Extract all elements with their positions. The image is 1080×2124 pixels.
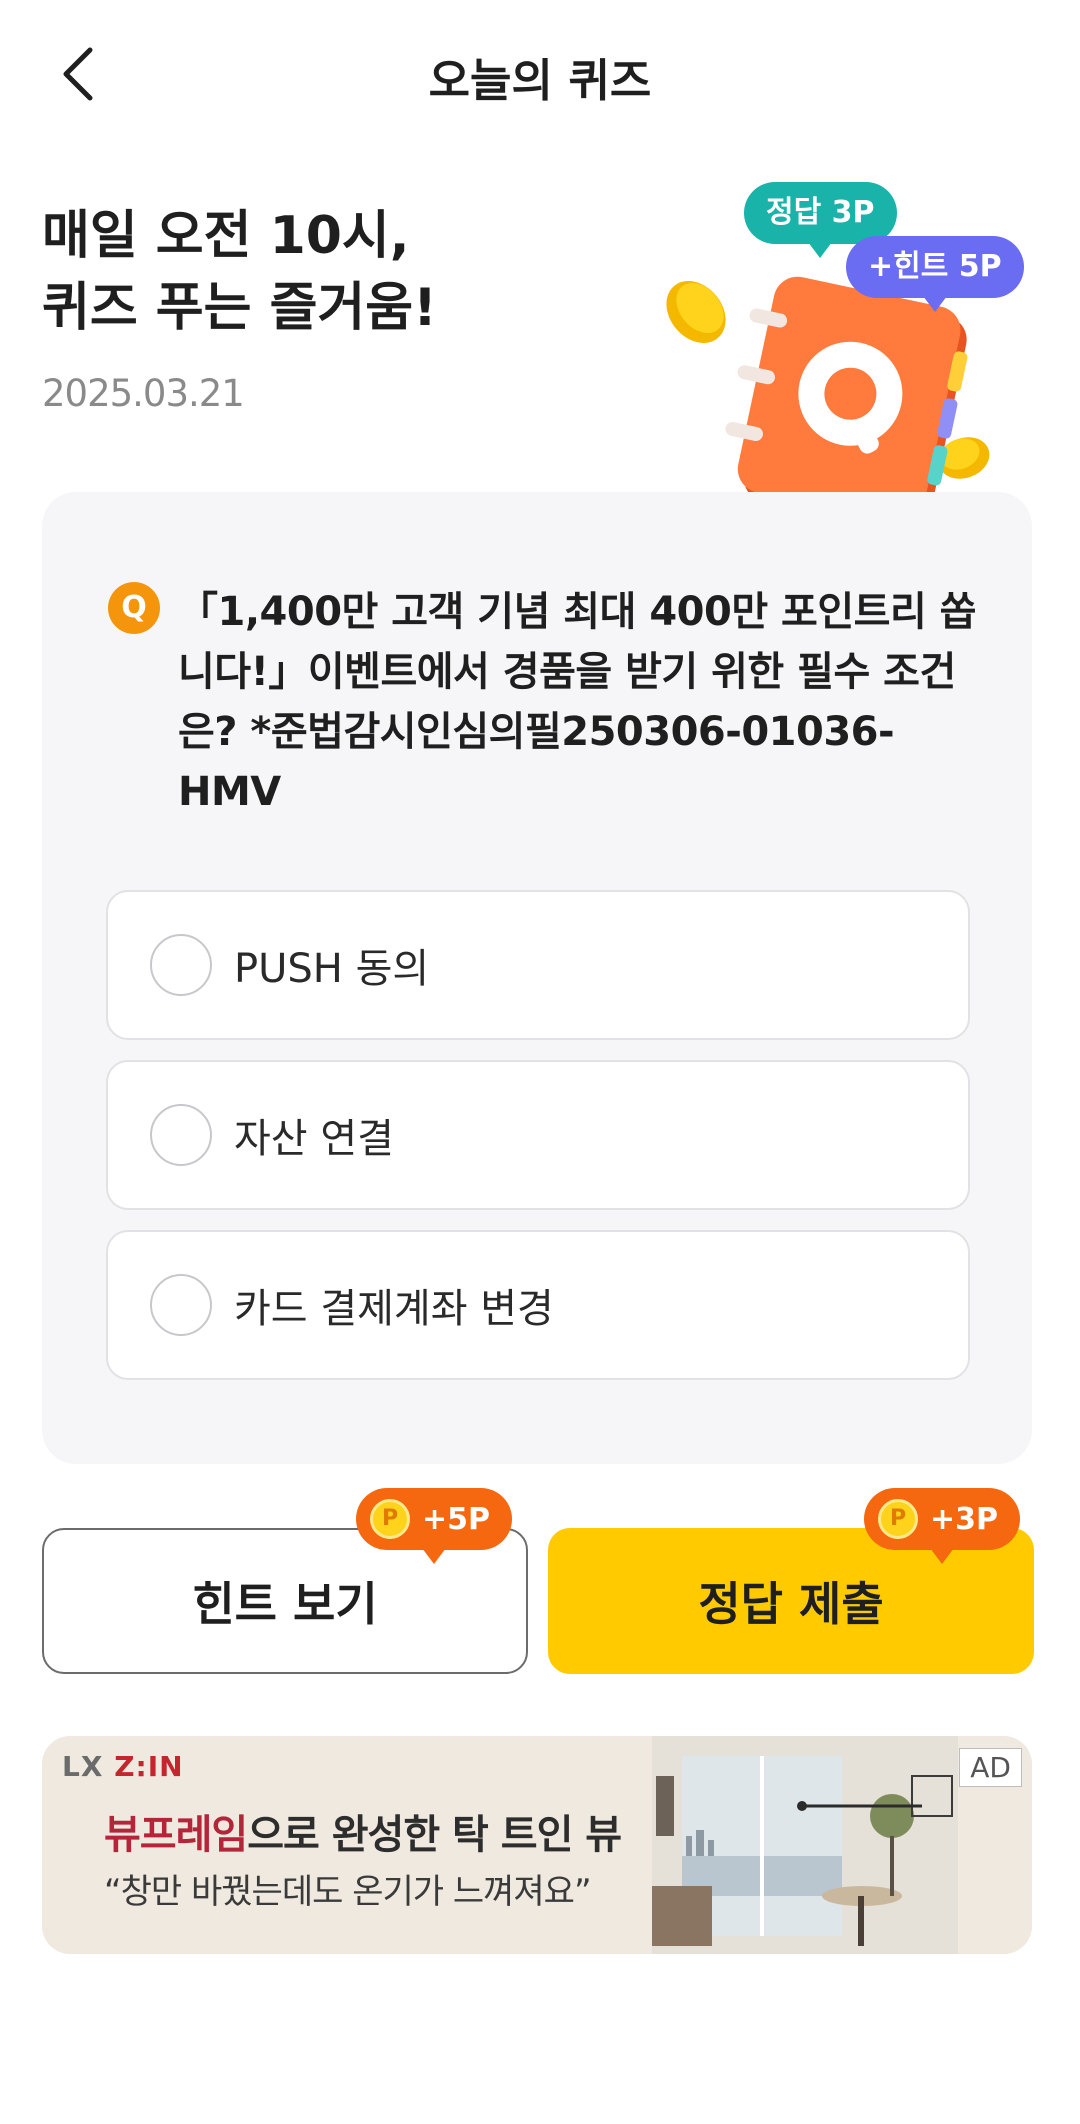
point-coin-icon: P — [370, 1499, 410, 1539]
ad-headline: 뷰프레임으로 완성한 탁 트인 뷰 — [104, 1802, 622, 1860]
hint-points-badge: P +5P — [356, 1488, 512, 1564]
q-badge-icon: Q — [108, 582, 160, 634]
app-header: 오늘의 퀴즈 — [0, 0, 1080, 150]
question-text: 「1,400만 고객 기념 최대 400만 포인트리 쏩니다!」이벤트에서 경품… — [178, 589, 976, 815]
ad-tag[interactable]: AD — [959, 1748, 1022, 1787]
ad-headline-accent: 뷰프레임 — [104, 1812, 248, 1858]
answer-points-bubble: 정답 3P — [744, 182, 897, 258]
radio-button[interactable] — [150, 1104, 212, 1166]
ad-headline-rest: 으로 완성한 탁 트인 뷰 — [247, 1812, 622, 1858]
submit-points-value: +3P — [930, 1501, 998, 1537]
ad-brand-logo: LX Z:IN — [62, 1750, 184, 1783]
option-label: PUSH 동의 — [234, 946, 430, 992]
question-block: Q 「1,400만 고객 기념 최대 400만 포인트리 쏩니다!」이벤트에서 … — [108, 582, 978, 822]
ad-interior-image — [652, 1736, 958, 1954]
answer-option-2[interactable]: 자산 연결 — [106, 1060, 970, 1210]
ad-subtext: “창만 바꿨는데도 온기가 느껴져요” — [104, 1872, 592, 1912]
hero-title-line1: 매일 오전 10시, — [42, 206, 410, 266]
submit-answer-label: 정답 제출 — [698, 1577, 884, 1631]
option-label: 카드 결제계좌 변경 — [234, 1286, 554, 1332]
hint-points-bubble: +힌트 5P — [846, 236, 1024, 312]
answer-option-3[interactable]: 카드 결제계좌 변경 — [106, 1230, 970, 1380]
answer-option-1[interactable]: PUSH 동의 — [106, 890, 970, 1040]
quiz-date: 2025.03.21 — [42, 372, 245, 415]
ad-brand-prefix: LX — [62, 1750, 104, 1783]
option-label: 자산 연결 — [234, 1116, 394, 1162]
page-title: 오늘의 퀴즈 — [428, 54, 652, 107]
quiz-illustration: 정답 3P +힌트 5P — [660, 180, 1024, 540]
view-hint-label: 힌트 보기 — [192, 1577, 378, 1631]
submit-points-badge: P +3P — [864, 1488, 1020, 1564]
point-coin-icon: P — [878, 1499, 918, 1539]
ad-banner[interactable]: LX Z:IN 뷰프레임으로 완성한 탁 트인 뷰 “창만 바꿨는데도 온기가 … — [42, 1736, 1032, 1954]
radio-button[interactable] — [150, 1274, 212, 1336]
hero-title-line2: 퀴즈 푸는 즐거움! — [42, 278, 437, 338]
ad-brand-name: Z:IN — [114, 1750, 184, 1783]
hero-section: 매일 오전 10시, 퀴즈 푸는 즐거움! 2025.03.21 — [42, 200, 642, 415]
hero-title: 매일 오전 10시, 퀴즈 푸는 즐거움! — [42, 200, 642, 344]
quiz-card: Q 「1,400만 고객 기념 최대 400만 포인트리 쏩니다!」이벤트에서 … — [42, 492, 1032, 1464]
radio-button[interactable] — [150, 934, 212, 996]
hint-points-value: +5P — [422, 1501, 490, 1537]
